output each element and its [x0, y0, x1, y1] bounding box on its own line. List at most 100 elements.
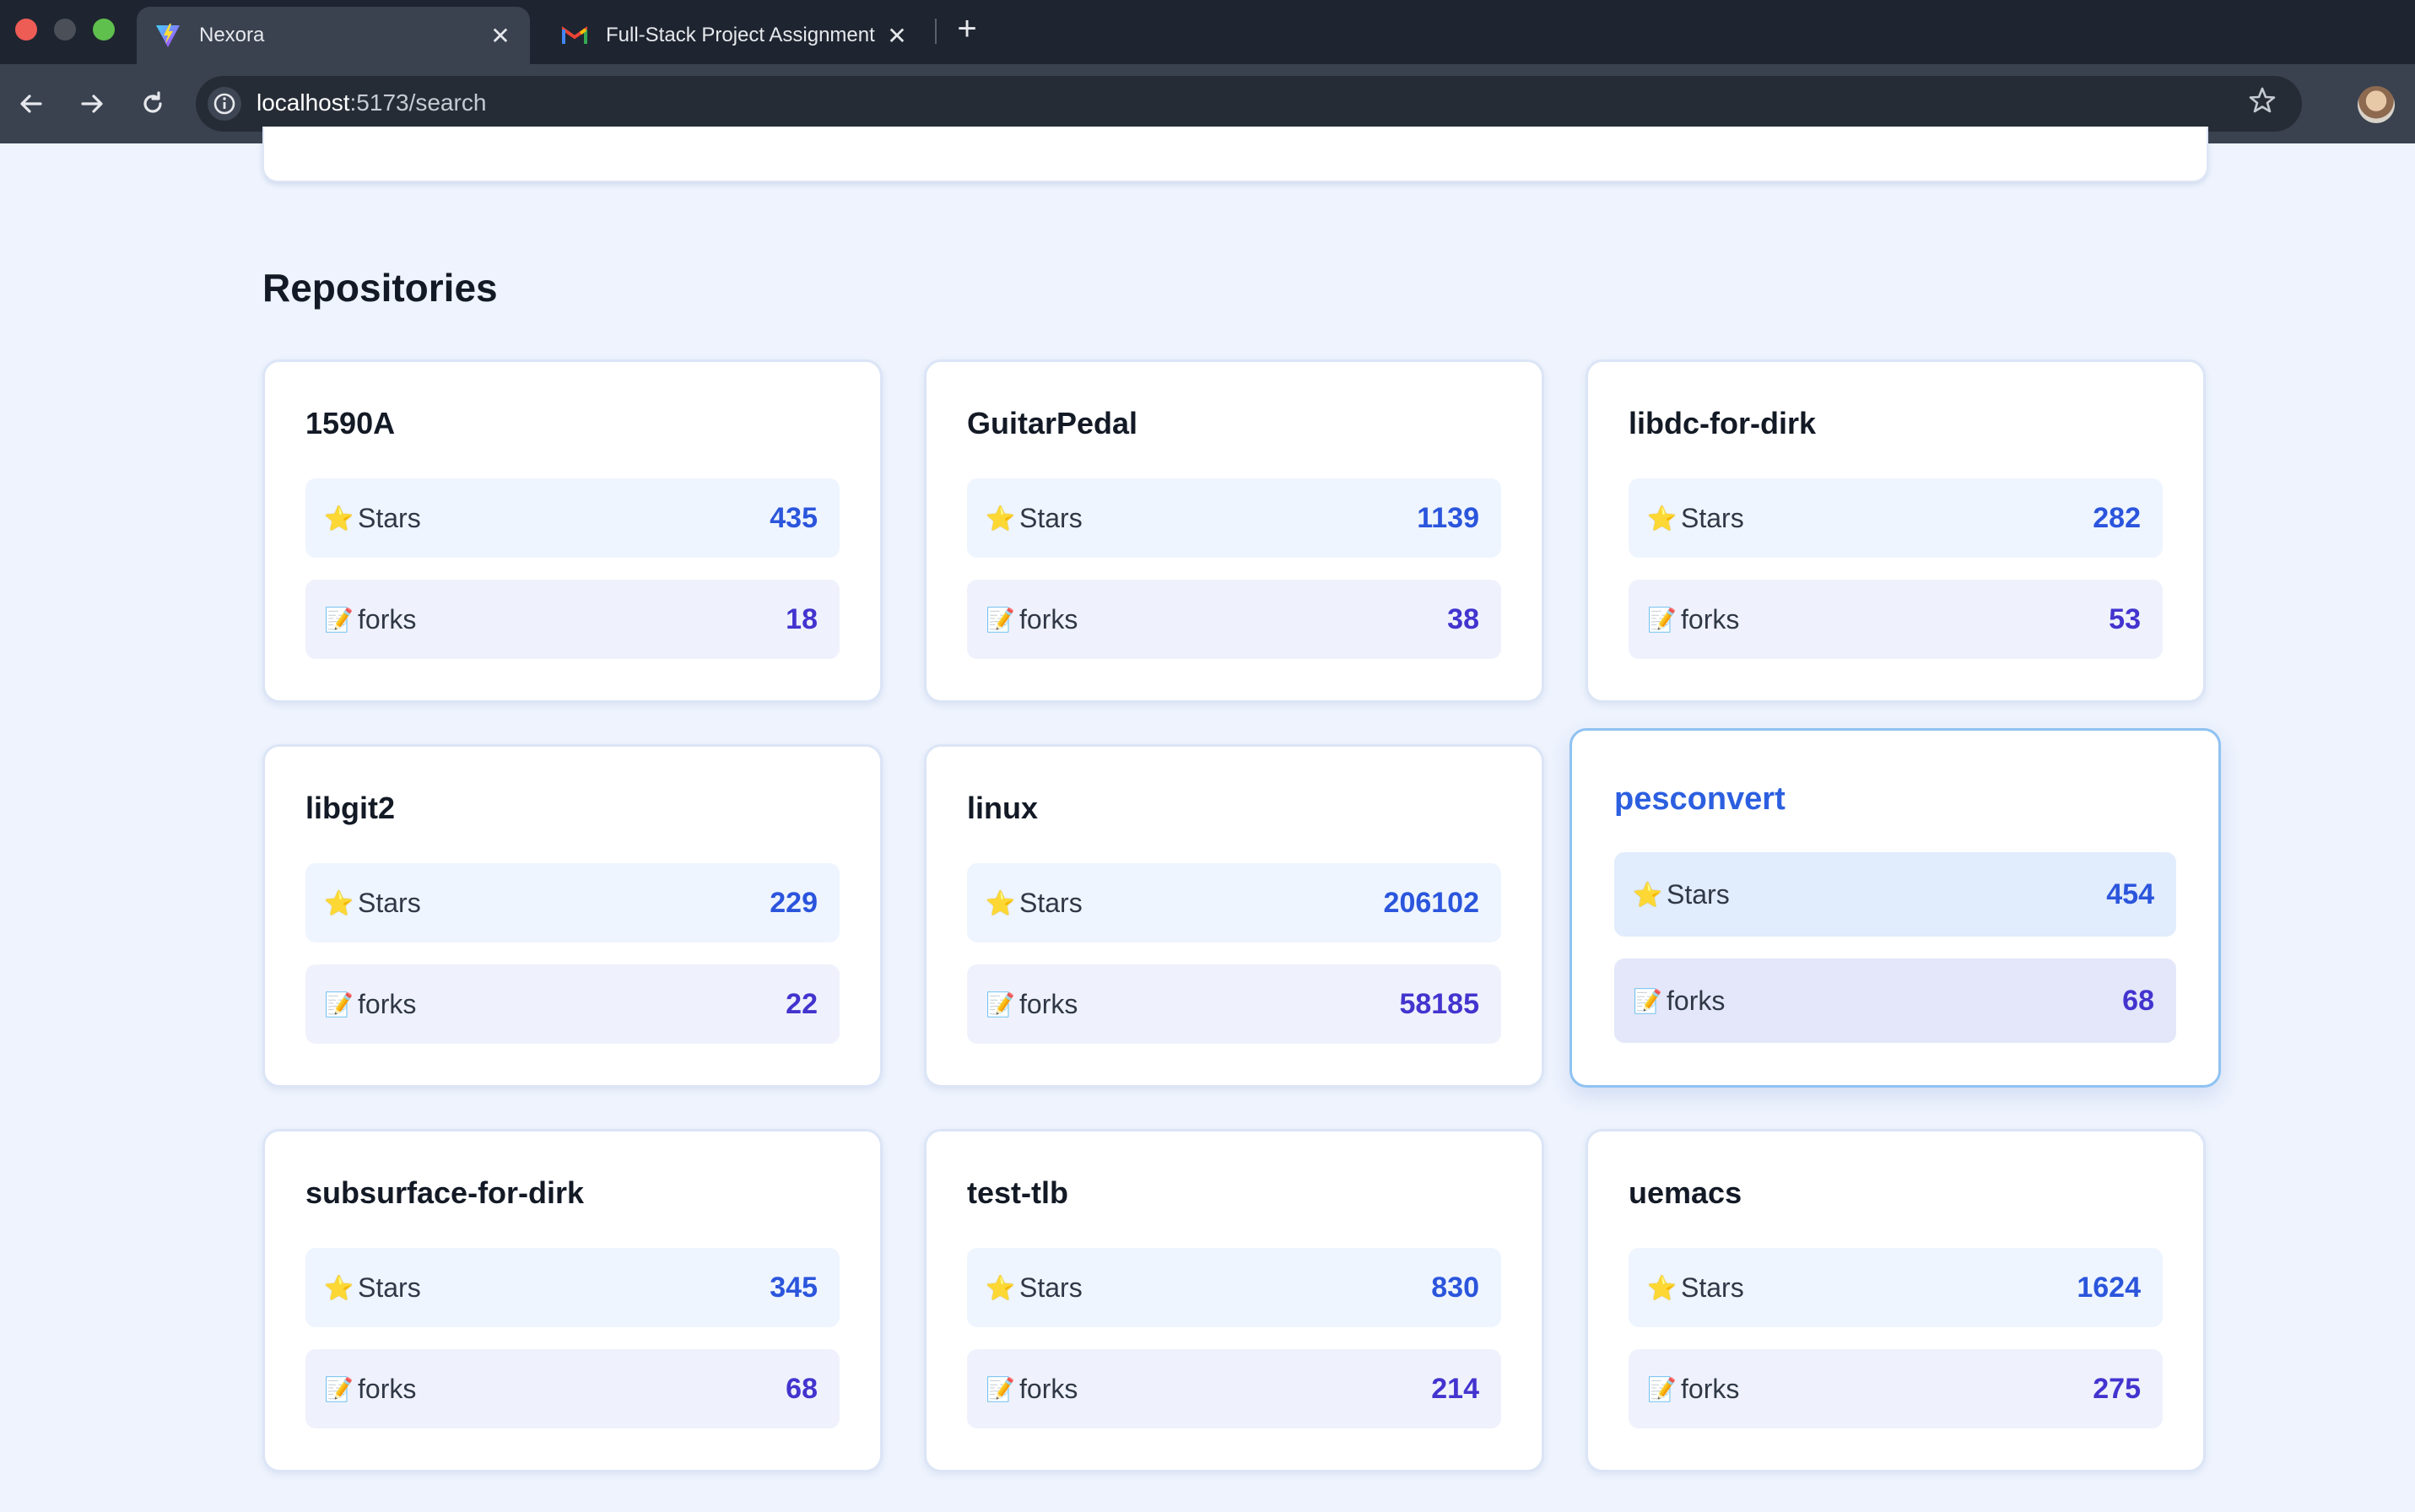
address-bar[interactable]: localhost:5173/search — [196, 76, 2302, 132]
repo-card[interactable]: linux ⭐ Stars 206102 📝 forks 58185 — [924, 744, 1544, 1088]
star-icon: ⭐ — [324, 1274, 354, 1301]
url-path: :5173/search — [349, 89, 487, 116]
forks-label: forks — [358, 603, 417, 634]
memo-icon: 📝 — [1647, 606, 1677, 633]
stars-count: 1624 — [2077, 1271, 2141, 1304]
repo-card-hovered[interactable]: pesconvert ⭐ Stars 454 📝 forks 68 — [1569, 728, 2221, 1088]
forks-count: 68 — [786, 1372, 818, 1405]
new-tab-button[interactable]: + — [950, 10, 984, 47]
memo-icon: 📝 — [986, 606, 1015, 633]
forks-row: 📝 forks 68 — [305, 1349, 840, 1428]
forks-row: 📝 forks 38 — [967, 580, 1501, 659]
forks-label: forks — [1681, 1373, 1740, 1404]
repo-card[interactable]: libdc-for-dirk ⭐ Stars 282 📝 forks 53 — [1586, 359, 2206, 703]
stars-label: Stars — [1019, 502, 1083, 533]
forks-row: 📝 forks 68 — [1614, 958, 2176, 1043]
forks-count: 275 — [2093, 1372, 2141, 1405]
reload-icon[interactable] — [133, 84, 172, 123]
star-icon: ⭐ — [324, 505, 354, 532]
stars-label: Stars — [1019, 1272, 1083, 1303]
stars-count: 830 — [1431, 1271, 1479, 1304]
close-tab-icon[interactable]: ✕ — [884, 22, 910, 50]
stars-row: ⭐ Stars 1624 — [1629, 1248, 2163, 1327]
back-arrow-icon[interactable] — [12, 84, 51, 123]
repo-name[interactable]: libdc-for-dirk — [1629, 406, 1816, 441]
repo-name[interactable]: libgit2 — [305, 791, 395, 826]
stars-row: ⭐ Stars 206102 — [967, 863, 1501, 942]
stars-count: 1139 — [1417, 501, 1479, 534]
forks-label: forks — [1681, 603, 1740, 634]
forks-label: forks — [1019, 988, 1078, 1019]
repo-card[interactable]: subsurface-for-dirk ⭐ Stars 345 📝 forks … — [262, 1129, 883, 1472]
tab-full-stack-assignment[interactable]: Full-Stack Project Assignment ✕ — [543, 7, 927, 64]
stars-row: ⭐ Stars 454 — [1614, 852, 2176, 937]
stars-label: Stars — [1019, 887, 1083, 918]
forks-row: 📝 forks 18 — [305, 580, 840, 659]
repo-name[interactable]: pesconvert — [1614, 781, 1786, 818]
close-window-button[interactable] — [15, 19, 37, 40]
stars-label: Stars — [1667, 878, 1730, 910]
stars-row: ⭐ Stars 282 — [1629, 478, 2163, 558]
stars-count: 454 — [2106, 878, 2154, 910]
repo-card[interactable]: 1590A ⭐ Stars 435 📝 forks 18 — [262, 359, 883, 703]
forks-row: 📝 forks 22 — [305, 964, 840, 1044]
browser-tab-bar: Nexora ✕ Full-Stack Project Assignment ✕… — [0, 0, 2415, 64]
stars-label: Stars — [358, 1272, 421, 1303]
forks-count: 53 — [2109, 602, 2141, 635]
star-icon: ⭐ — [1647, 1274, 1677, 1301]
close-tab-icon[interactable]: ✕ — [488, 22, 513, 50]
forks-row: 📝 forks 214 — [967, 1349, 1501, 1428]
vite-logo-icon — [154, 21, 182, 50]
maximize-window-button[interactable] — [93, 19, 115, 40]
site-info-icon[interactable] — [208, 87, 241, 121]
forward-arrow-icon[interactable] — [73, 84, 111, 123]
stars-label: Stars — [1681, 1272, 1744, 1303]
profile-avatar[interactable] — [2358, 86, 2395, 123]
memo-icon: 📝 — [986, 1375, 1015, 1402]
memo-icon: 📝 — [1647, 1375, 1677, 1402]
gmail-icon — [560, 21, 589, 50]
stars-row: ⭐ Stars 830 — [967, 1248, 1501, 1327]
repo-card[interactable]: test-tlb ⭐ Stars 830 📝 forks 214 — [924, 1129, 1544, 1472]
forks-label: forks — [1667, 985, 1726, 1016]
repo-name[interactable]: test-tlb — [967, 1175, 1068, 1211]
star-icon: ⭐ — [324, 889, 354, 916]
stars-count: 206102 — [1383, 886, 1479, 919]
repo-name[interactable]: 1590A — [305, 406, 395, 441]
minimize-window-button[interactable] — [54, 19, 76, 40]
forks-count: 18 — [786, 602, 818, 635]
stars-row: ⭐ Stars 229 — [305, 863, 840, 942]
forks-count: 58185 — [1399, 987, 1479, 1020]
forks-row: 📝 forks 275 — [1629, 1349, 2163, 1428]
search-panel-card — [262, 127, 2208, 182]
forks-label: forks — [358, 1373, 417, 1404]
memo-icon: 📝 — [1633, 987, 1662, 1014]
star-icon: ⭐ — [1647, 505, 1677, 532]
repo-card[interactable]: GuitarPedal ⭐ Stars 1139 📝 forks 38 — [924, 359, 1544, 703]
forks-label: forks — [1019, 603, 1078, 634]
star-icon: ⭐ — [986, 505, 1015, 532]
repo-card[interactable]: libgit2 ⭐ Stars 229 📝 forks 22 — [262, 744, 883, 1088]
stars-label: Stars — [358, 887, 421, 918]
tab-nexora[interactable]: Nexora ✕ — [137, 7, 530, 64]
stars-count: 229 — [770, 886, 818, 919]
tab-title: Full-Stack Project Assignment — [606, 24, 875, 46]
repo-name[interactable]: linux — [967, 791, 1038, 826]
memo-icon: 📝 — [324, 991, 354, 1018]
repo-name[interactable]: GuitarPedal — [967, 406, 1137, 441]
bookmark-star-icon[interactable] — [2248, 86, 2277, 122]
stars-row: ⭐ Stars 435 — [305, 478, 840, 558]
repo-name[interactable]: subsurface-for-dirk — [305, 1175, 584, 1211]
memo-icon: 📝 — [324, 1375, 354, 1402]
repo-name[interactable]: uemacs — [1629, 1175, 1742, 1211]
forks-label: forks — [1019, 1373, 1078, 1404]
forks-count: 68 — [2122, 984, 2154, 1017]
star-icon: ⭐ — [986, 1274, 1015, 1301]
url-host: localhost — [257, 89, 350, 116]
forks-row: 📝 forks 58185 — [967, 964, 1501, 1044]
memo-icon: 📝 — [986, 991, 1015, 1018]
forks-count: 214 — [1431, 1372, 1479, 1405]
memo-icon: 📝 — [324, 606, 354, 633]
repo-card[interactable]: uemacs ⭐ Stars 1624 📝 forks 275 — [1586, 1129, 2206, 1472]
stars-count: 435 — [770, 501, 818, 534]
